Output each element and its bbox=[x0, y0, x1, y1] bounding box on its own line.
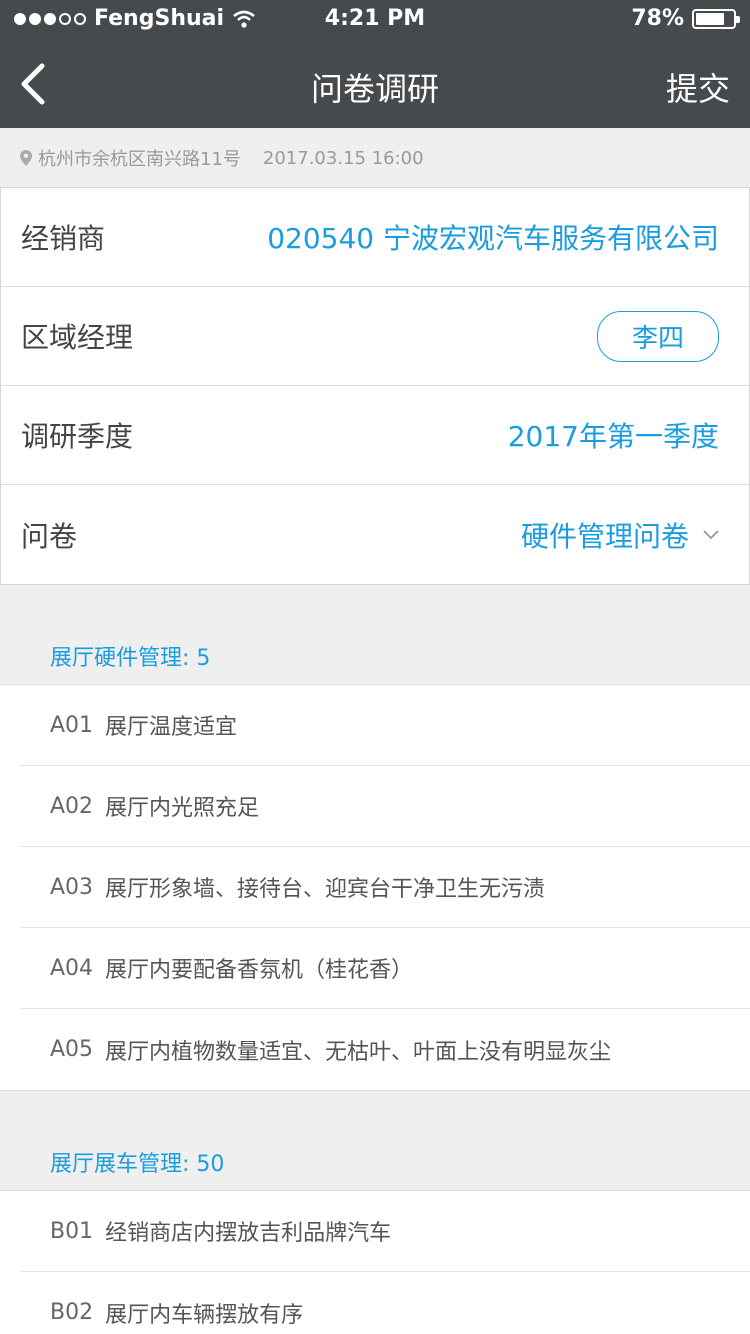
list-item[interactable]: A03 展厅形象墙、接待台、迎宾台干净卫生无污渍 bbox=[20, 847, 750, 928]
question-code: A03 bbox=[50, 874, 94, 900]
list-item[interactable]: A01 展厅温度适宜 bbox=[20, 685, 750, 766]
quarter-label: 调研季度 bbox=[21, 420, 134, 453]
questionnaire-label: 问卷 bbox=[21, 519, 78, 553]
list-item[interactable]: A05 展厅内植物数量适宜、无枯叶、叶面上没有明显灰尘 bbox=[20, 1009, 750, 1090]
battery-fill bbox=[696, 12, 725, 25]
question-list-display-cars: B01 经销商店内摆放吉利品牌汽车 B02 展厅内车辆摆放有序 bbox=[0, 1190, 750, 1334]
list-item[interactable]: A02 展厅内光照充足 bbox=[20, 766, 750, 847]
quarter-row[interactable]: 调研季度 2017年第一季度 bbox=[1, 386, 749, 485]
location-datetime: 2017.03.15 16:00 bbox=[262, 147, 424, 169]
list-item[interactable]: B02 展厅内车辆摆放有序 bbox=[20, 1272, 750, 1334]
list-item[interactable]: B01 经销商店内摆放吉利品牌汽车 bbox=[20, 1191, 750, 1272]
question-code: B01 bbox=[50, 1218, 94, 1244]
battery-percent: 78% bbox=[631, 6, 684, 31]
manager-row: 区域经理 李四 bbox=[1, 287, 749, 386]
status-bar: FengShuai 4:21 PM 78% bbox=[0, 0, 750, 40]
dealer-row[interactable]: 经销商 020540 宁波宏观汽车服务有限公司 bbox=[1, 188, 749, 287]
question-text: 展厅温度适宜 bbox=[105, 715, 238, 740]
question-code: A05 bbox=[50, 1037, 94, 1062]
manager-tag[interactable]: 李四 bbox=[596, 310, 719, 362]
question-list-hardware: A01 展厅温度适宜 A02 展厅内光照充足 A03 展厅形象墙、接待台、迎宾台… bbox=[0, 684, 750, 1091]
question-code: A01 bbox=[50, 712, 94, 738]
manager-label: 区域经理 bbox=[21, 321, 134, 354]
battery-icon bbox=[692, 8, 740, 29]
survey-form: 经销商 020540 宁波宏观汽车服务有限公司 区域经理 李四 调研季度 201… bbox=[0, 187, 750, 585]
question-text: 展厅内光照充足 bbox=[105, 796, 260, 821]
question-text: 经销商店内摆放吉利品牌汽车 bbox=[105, 1221, 392, 1246]
dealer-value[interactable]: 020540 宁波宏观汽车服务有限公司 bbox=[267, 217, 719, 257]
question-text: 展厅内要配备香氛机（桂花香） bbox=[105, 958, 414, 983]
section-header-hardware: 展厅硬件管理: 5 bbox=[50, 646, 211, 671]
question-code: B02 bbox=[50, 1300, 94, 1325]
location-address: 杭州市余杭区南兴路11号 bbox=[38, 149, 241, 170]
question-text: 展厅内植物数量适宜、无枯叶、叶面上没有明显灰尘 bbox=[105, 1039, 612, 1065]
questionnaire-select[interactable]: 硬件管理问卷 bbox=[521, 515, 719, 555]
page-title: 问卷调研 bbox=[310, 70, 439, 108]
submit-button[interactable]: 提交 bbox=[666, 64, 730, 110]
question-text: 展厅内车辆摆放有序 bbox=[105, 1302, 304, 1328]
question-code: A02 bbox=[50, 793, 94, 819]
questionnaire-row[interactable]: 问卷 硬件管理问卷 bbox=[1, 485, 749, 584]
question-code: A04 bbox=[50, 955, 94, 981]
quarter-value[interactable]: 2017年第一季度 bbox=[508, 415, 719, 455]
location-pin-icon bbox=[20, 150, 32, 166]
questionnaire-value: 硬件管理问卷 bbox=[520, 519, 689, 553]
chevron-down-icon bbox=[703, 529, 719, 539]
nav-bar: 问卷调研 提交 bbox=[0, 40, 750, 128]
status-right: 78% bbox=[631, 6, 740, 31]
list-item[interactable]: A04 展厅内要配备香氛机（桂花香） bbox=[20, 928, 750, 1009]
section-header-display-cars: 展厅展车管理: 50 bbox=[50, 1152, 225, 1177]
location-bar: 杭州市余杭区南兴路11号 2017.03.15 16:00 bbox=[0, 128, 750, 188]
question-text: 展厅形象墙、接待台、迎宾台干净卫生无污渍 bbox=[105, 877, 546, 902]
dealer-label: 经销商 bbox=[21, 222, 106, 255]
